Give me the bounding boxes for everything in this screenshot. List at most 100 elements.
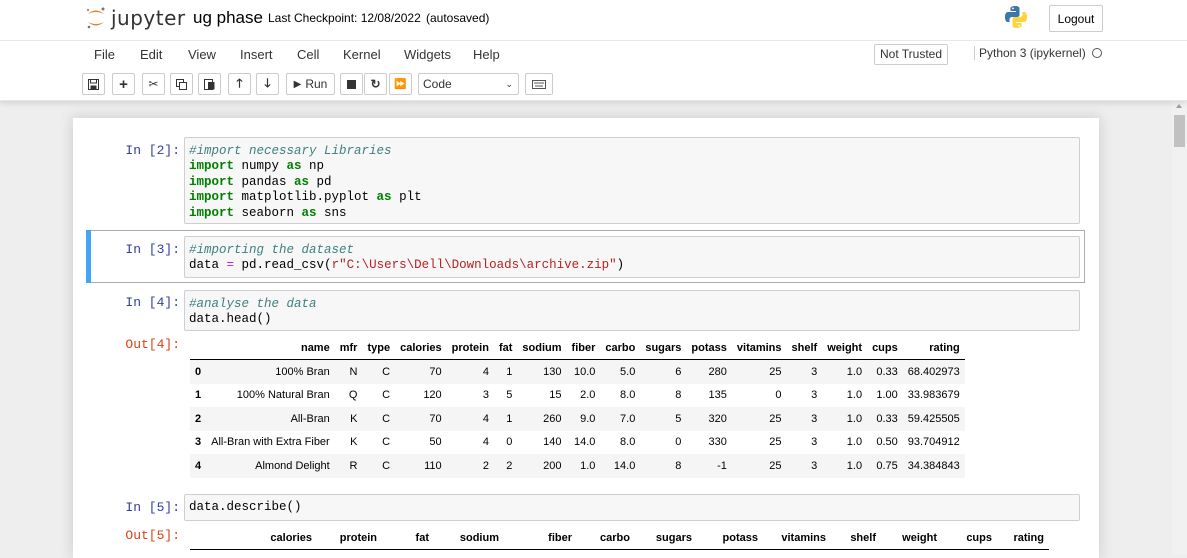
code-token: import — [189, 205, 235, 220]
code-line: data = pd.read_csv(r"C:\Users\Dell\Downl… — [189, 258, 1075, 273]
cut-button[interactable]: ✂ — [142, 73, 165, 95]
paste-button[interactable] — [198, 73, 221, 95]
table-cell: 0.33 — [876, 365, 898, 378]
column-header: vitamins — [763, 527, 831, 550]
table-cell: 14.0 — [573, 436, 596, 449]
table-cell: R — [349, 459, 358, 472]
table-cell: 1.0 — [846, 436, 863, 449]
cut-icon: ✂ — [148, 77, 159, 91]
menu-view[interactable]: View — [188, 47, 216, 62]
notebook-name[interactable]: ug phase — [193, 8, 263, 28]
code-token: data.head() — [189, 312, 272, 327]
describe-dataframe-table: calories protein fat sodium fiber carbo sugars… — [190, 527, 1049, 550]
insert-cell-button[interactable]: + — [112, 73, 135, 95]
table-row: 0 100% Bran N C 70 4 1 130 10.0 5.0 6 280 25 3 1.0 0.33… — [190, 359, 965, 384]
code-token: ) — [616, 258, 625, 273]
code-line: import pandas as pd — [189, 175, 1075, 190]
scroll-thumb[interactable] — [1174, 115, 1185, 147]
table-cell: 25 — [769, 436, 782, 449]
restart-button[interactable]: ↻ — [364, 73, 387, 95]
code-token: import — [189, 190, 235, 205]
cell-2-code-input[interactable]: #importing the dataset data = pd.read_csv… — [184, 236, 1080, 278]
cell-3-prompt: In [4]: — [125, 295, 180, 310]
copy-button[interactable] — [170, 73, 193, 95]
table-cell: 3 — [811, 365, 818, 378]
scroll-up-arrow-icon[interactable] — [1176, 104, 1182, 108]
table-cell: 4 — [482, 436, 489, 449]
kernel-idle-icon — [1091, 48, 1102, 58]
move-down-button[interactable]: 🡓 — [256, 73, 279, 95]
table-cell: 5.0 — [620, 365, 636, 378]
code-token: as — [286, 159, 302, 174]
kernel-name: Python 3 (ipykernel) — [979, 46, 1086, 60]
save-button[interactable] — [82, 73, 105, 95]
menu-kernel[interactable]: Kernel — [343, 47, 381, 62]
row-index: 4 — [195, 459, 202, 472]
code-token: sns — [316, 205, 347, 220]
table-cell: 2.0 — [580, 389, 596, 402]
table-cell: 68.402973 — [907, 365, 960, 378]
table-cell: C — [382, 412, 391, 425]
table-cell: 8 — [675, 389, 682, 402]
column-header: weight — [881, 527, 942, 550]
table-cell: 2 — [482, 459, 489, 472]
row-index: 2 — [195, 412, 202, 425]
column-header: vitamins — [731, 337, 787, 360]
menu-cell[interactable]: Cell — [297, 47, 319, 62]
save-icon — [88, 78, 99, 90]
table-cell: 100% Natural Bran — [236, 389, 330, 402]
restart-run-all-button[interactable]: ⏩ — [389, 73, 412, 95]
interrupt-button[interactable] — [340, 73, 363, 95]
logout-button[interactable]: Logout — [1049, 5, 1103, 32]
trust-status-button[interactable]: Not Trusted — [874, 44, 949, 65]
column-header: potass — [697, 527, 763, 550]
table-cell: 330 — [708, 436, 727, 449]
menu-edit[interactable]: Edit — [140, 47, 162, 62]
column-header: name — [206, 337, 335, 360]
table-row: 1 100% Natural Bran Q C 120 3 5 15 2.0 8.0 8 135 0 3 1… — [190, 384, 965, 408]
column-header: mfr — [334, 337, 363, 360]
column-header: fiber — [504, 527, 577, 550]
menu-insert[interactable]: Insert — [240, 47, 273, 62]
code-token: #importing the dataset — [189, 243, 355, 257]
table-cell: 33.983679 — [907, 389, 960, 402]
code-line: data.head() — [189, 312, 1075, 327]
menu-help[interactable]: Help — [473, 47, 500, 62]
column-header: cups — [867, 337, 903, 360]
jupyter-logo[interactable]: jupyter — [85, 5, 186, 31]
table-cell: 5 — [675, 412, 682, 425]
column-header: fiber — [566, 337, 601, 360]
column-header: fat — [493, 337, 518, 360]
code-token: pd — [309, 174, 332, 189]
table-cell: C — [382, 365, 391, 378]
table-cell: 8 — [675, 459, 682, 472]
table-cell: 1.0 — [580, 459, 596, 472]
column-header: rating — [902, 337, 965, 360]
code-token: data.describe() — [189, 500, 302, 514]
column-header: shelf — [831, 527, 881, 550]
table-cell: Q — [348, 389, 358, 402]
code-token: pandas — [234, 174, 295, 189]
command-palette-button[interactable] — [525, 73, 553, 95]
column-header: calories — [395, 337, 447, 360]
table-cell: 70 — [429, 365, 442, 378]
menu-file[interactable]: File — [94, 47, 115, 62]
table-cell: 1.0 — [846, 459, 863, 472]
column-header: weight — [822, 337, 868, 360]
menu-widgets[interactable]: Widgets — [404, 47, 451, 62]
run-button[interactable]: ▶ Run — [286, 73, 335, 95]
column-header: cups — [942, 527, 997, 550]
table-cell: 130 — [543, 365, 562, 378]
row-index: 0 — [195, 365, 202, 378]
cell-type-select[interactable]: Code ⌄ — [418, 73, 519, 95]
table-cell: 0.33 — [876, 412, 898, 425]
cell-1-code-input[interactable]: #import necessary Libraries import numpy … — [184, 137, 1080, 224]
cell-3-code-input[interactable]: #analyse the data data.head() — [184, 290, 1080, 331]
scrollbar[interactable] — [1172, 101, 1187, 555]
table-cell: 8.0 — [620, 436, 636, 449]
cell-4-code-input[interactable]: data.describe() — [184, 494, 1080, 521]
restart-icon: ↻ — [370, 77, 381, 91]
move-up-button[interactable]: 🡑 — [228, 73, 251, 95]
cell-4-prompt: In [5]: — [125, 500, 180, 515]
code-token: data — [189, 258, 227, 273]
